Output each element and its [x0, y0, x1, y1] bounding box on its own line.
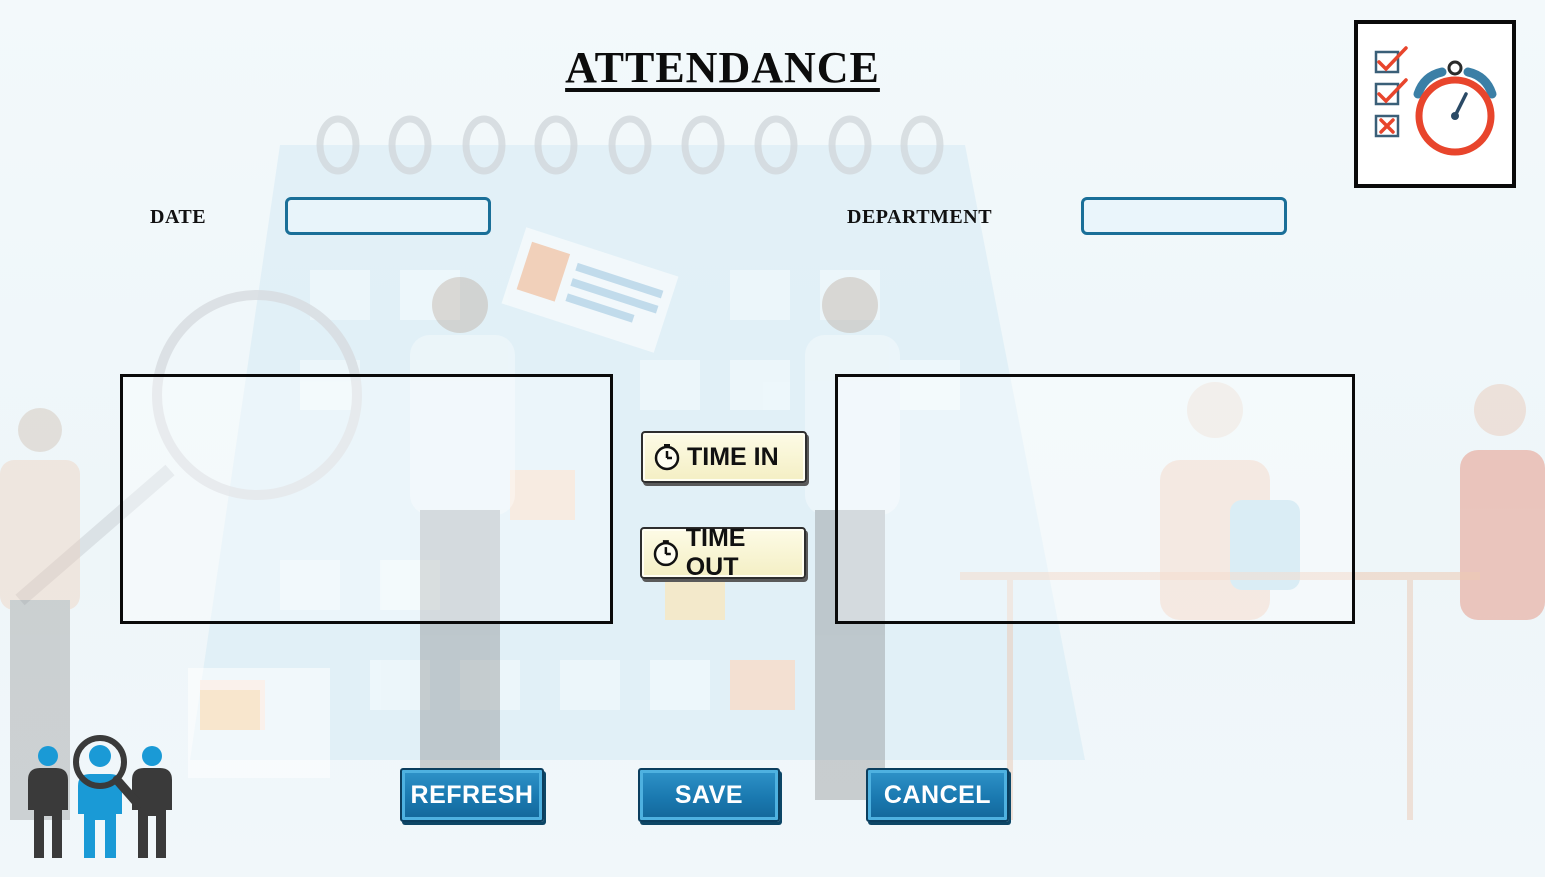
- date-label: DATE: [150, 206, 207, 228]
- time-out-button[interactable]: TIME OUT: [640, 524, 806, 581]
- save-button[interactable]: SAVE: [638, 768, 780, 822]
- department-field[interactable]: [1081, 197, 1287, 235]
- clock-icon: [654, 444, 680, 471]
- checklist-stopwatch-icon: [1366, 32, 1506, 176]
- time-in-button[interactable]: TIME IN: [641, 431, 807, 483]
- page-title: ATTENDANCE: [565, 43, 880, 92]
- refresh-button[interactable]: REFRESH: [400, 768, 544, 822]
- employee-list-panel[interactable]: [120, 374, 613, 624]
- date-field[interactable]: [285, 197, 491, 235]
- clock-icon: [653, 540, 679, 567]
- cancel-button[interactable]: CANCEL: [866, 768, 1009, 822]
- time-out-label: TIME OUT: [685, 524, 746, 581]
- time-in-label: TIME IN: [687, 442, 779, 471]
- attendance-list-panel[interactable]: [835, 374, 1355, 624]
- app-logo: [1354, 20, 1516, 188]
- employee-search-icon: [28, 735, 172, 858]
- department-label: DEPARTMENT: [847, 206, 993, 228]
